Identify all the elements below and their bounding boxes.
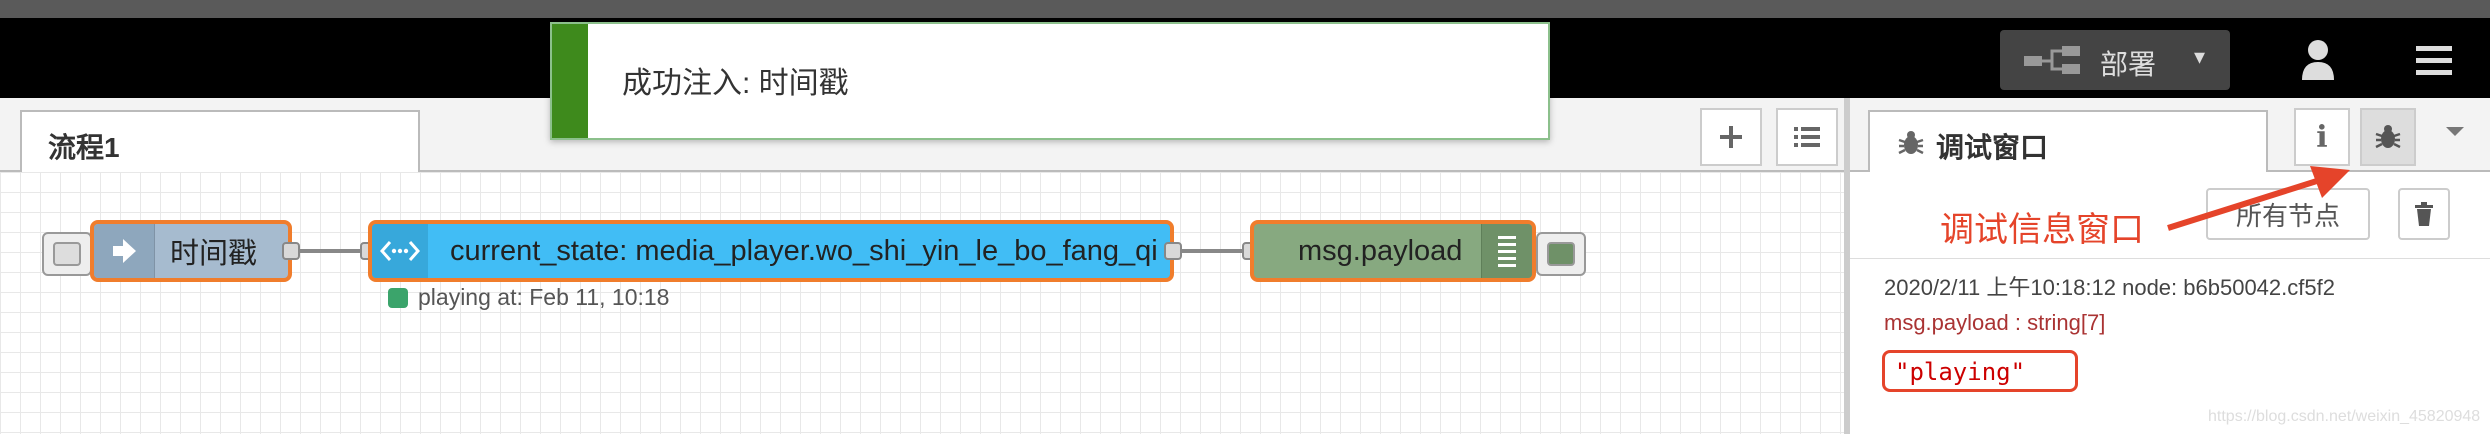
wire-ha-to-debug[interactable]	[1174, 249, 1250, 253]
ha-output-port[interactable]	[1164, 242, 1182, 260]
hamburger-menu-icon	[2416, 46, 2452, 75]
flow-canvas[interactable]	[0, 172, 1844, 434]
notification-accent-bar	[552, 24, 588, 138]
node-status-text: playing at: Feb 11, 10:18	[418, 284, 670, 310]
flow-tab-label: 流程1	[48, 132, 120, 163]
deploy-label: 部署	[2100, 49, 2157, 80]
debug-message-value[interactable]: "playing"	[1895, 358, 2025, 386]
current-state-node-label: current_state: media_player.wo_shi_yin_l…	[450, 234, 1158, 267]
debug-tab-button[interactable]	[2360, 108, 2416, 166]
home-assistant-icon	[380, 241, 420, 261]
ha-node-icon-area	[372, 224, 428, 278]
debug-toggle-button[interactable]	[1536, 232, 1586, 276]
sidebar-menu-caret-icon[interactable]	[2444, 124, 2466, 138]
notification-message: 成功注入: 时间戳	[622, 67, 849, 100]
inject-output-port[interactable]	[282, 242, 300, 260]
debug-tab-label: 调试窗口	[1936, 132, 2049, 163]
inject-node[interactable]: 时间戳	[90, 220, 292, 282]
user-button[interactable]	[2290, 36, 2346, 86]
arrow-right-icon	[113, 239, 136, 263]
trash-icon	[2415, 202, 2433, 226]
list-flows-button[interactable]	[1776, 108, 1838, 166]
wire-inject-to-ha[interactable]	[292, 249, 368, 253]
debug-message-topic[interactable]: msg.payload : string[7]	[1884, 310, 2105, 336]
annotation-label: 调试信息窗口	[1940, 211, 2144, 249]
plus-icon	[1720, 126, 1742, 148]
inject-node-icon-area	[94, 224, 155, 278]
user-icon	[2302, 40, 2334, 80]
node-status-dot	[388, 288, 408, 308]
deploy-icon	[2024, 46, 2080, 74]
inject-node-label: 时间戳	[170, 238, 258, 270]
clear-messages-button[interactable]	[2398, 188, 2450, 240]
bug-icon	[2375, 125, 2401, 149]
debug-list-icon	[1498, 236, 1516, 267]
annotation-arrow	[2167, 166, 2350, 231]
deploy-button[interactable]: 部署 ▾	[2000, 30, 2230, 90]
debug-node-icon-area	[1481, 224, 1532, 278]
window-top-strip	[0, 0, 2490, 18]
main-menu-button[interactable]	[2406, 36, 2462, 86]
tab-flow-1[interactable]: 流程1	[20, 110, 420, 174]
notification-toast[interactable]: 成功注入: 时间戳	[550, 22, 1550, 140]
debug-message-meta: 2020/2/11 上午10:18:12 node: b6b50042.cf5f…	[1884, 275, 2335, 300]
debug-node[interactable]: msg.payload	[1250, 220, 1536, 282]
debug-node-label: msg.payload	[1298, 234, 1463, 267]
add-flow-button[interactable]	[1700, 108, 1762, 166]
watermark: https://blog.csdn.net/weixin_45820948	[2208, 408, 2481, 425]
bug-icon	[1898, 131, 1924, 155]
deploy-dropdown-icon[interactable]: ▾	[2194, 44, 2205, 70]
current-state-node[interactable]: current_state: media_player.wo_shi_yin_l…	[368, 220, 1174, 282]
debug-message-value-highlight: "playing"	[1882, 350, 2078, 392]
list-icon	[1794, 127, 1820, 147]
inject-trigger-button[interactable]	[42, 232, 92, 276]
